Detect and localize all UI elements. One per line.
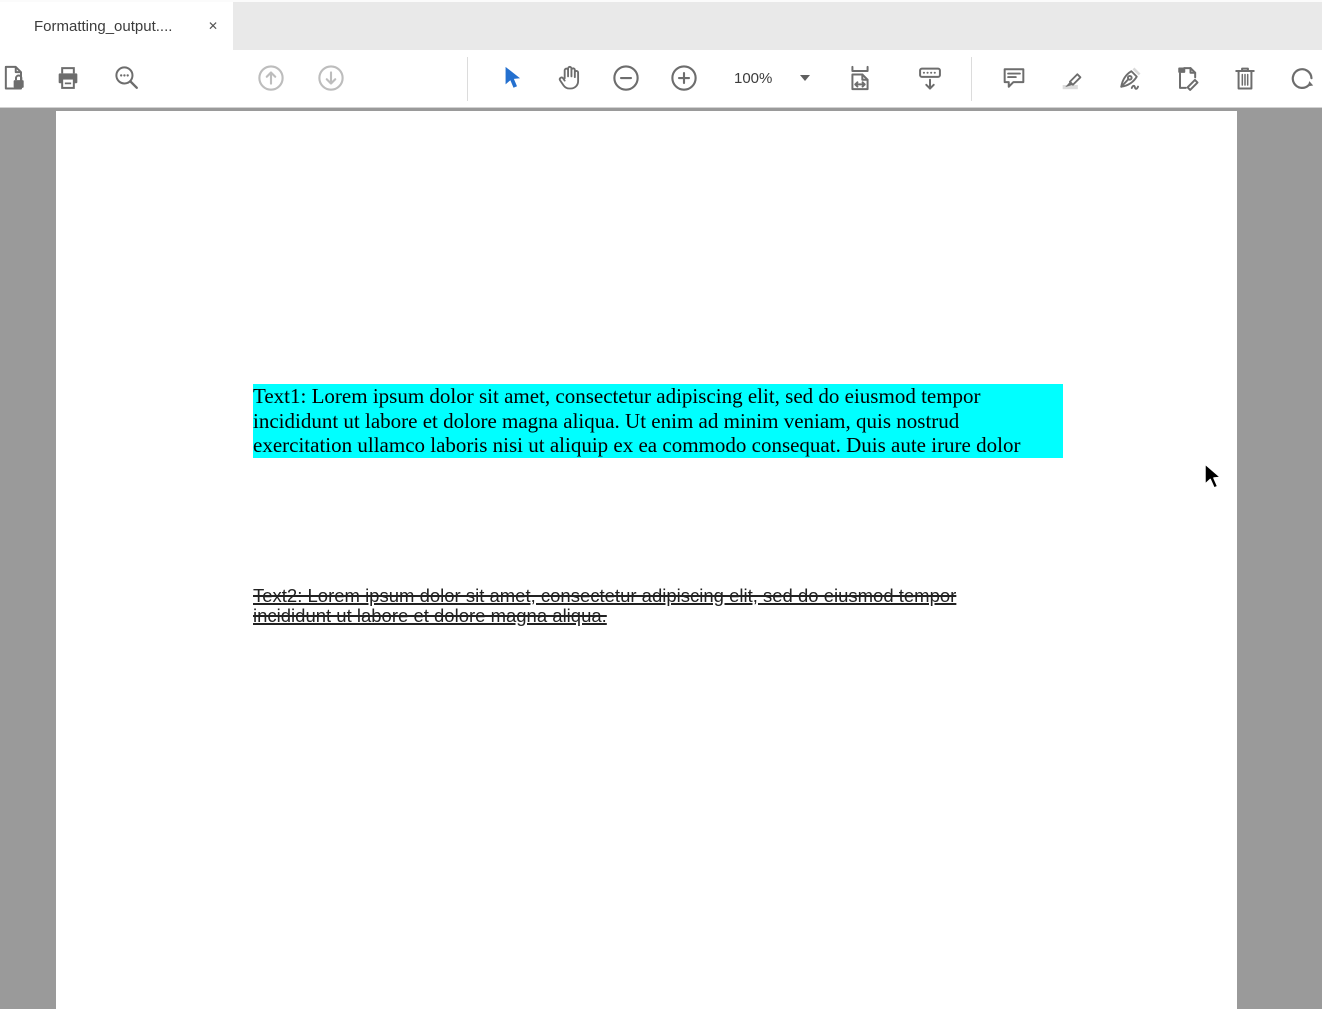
hand-tool-icon: [555, 64, 583, 92]
chevron-down-icon: [800, 75, 810, 81]
mouse-cursor-icon: [1202, 462, 1224, 492]
tab-bar: Formatting_output.... ✕: [0, 0, 1322, 50]
rotate-page-button[interactable]: [1283, 59, 1321, 97]
pdf-page[interactable]: Text1: Lorem ipsum dolor sit amet, conse…: [56, 111, 1237, 1009]
search-button[interactable]: [108, 59, 146, 97]
highlight-icon: [1058, 64, 1086, 92]
fit-width-button[interactable]: [841, 59, 879, 97]
print-icon: [54, 64, 82, 92]
scroll-mode-icon: [916, 64, 944, 92]
comment-button[interactable]: [995, 59, 1033, 97]
signature-button[interactable]: [1111, 59, 1149, 97]
zoom-out-icon: [611, 63, 641, 93]
zoom-level-dropdown[interactable]: 100%: [728, 59, 816, 97]
page-down-button[interactable]: [312, 59, 350, 97]
select-tool-icon: [498, 64, 526, 92]
signature-icon: [1116, 64, 1144, 92]
delete-icon: [1231, 64, 1259, 92]
page-up-icon: [256, 63, 286, 93]
zoom-out-button[interactable]: [607, 59, 645, 97]
zoom-in-button[interactable]: [665, 59, 703, 97]
strikethrough-text[interactable]: Text2: Lorem ipsum dolor sit amet, conse…: [253, 586, 1025, 627]
fit-width-icon: [846, 64, 874, 92]
hand-tool-button[interactable]: [550, 59, 588, 97]
tab-title: Formatting_output....: [34, 18, 172, 35]
scroll-mode-button[interactable]: [911, 59, 949, 97]
edit-document-button[interactable]: [1168, 59, 1206, 97]
edit-document-icon: [1173, 64, 1201, 92]
delete-button[interactable]: [1226, 59, 1264, 97]
select-tool-button[interactable]: [493, 59, 531, 97]
zoom-in-icon: [669, 63, 699, 93]
document-canvas: Text1: Lorem ipsum dolor sit amet, conse…: [0, 109, 1322, 1009]
close-icon[interactable]: ✕: [203, 16, 223, 36]
toolbar-separator: [467, 57, 468, 101]
toolbar-separator: [971, 57, 972, 101]
rotate-page-icon: [1288, 64, 1316, 92]
highlight-button[interactable]: [1053, 59, 1091, 97]
main-toolbar: / 1 100%: [0, 50, 1322, 108]
zoom-value: 100%: [734, 70, 772, 87]
save-protected-icon: [0, 64, 28, 92]
save-button[interactable]: [0, 59, 33, 97]
page-up-button[interactable]: [252, 59, 290, 97]
search-icon: [113, 64, 141, 92]
document-tab[interactable]: Formatting_output.... ✕: [0, 2, 233, 50]
comment-icon: [1000, 64, 1028, 92]
highlighted-text[interactable]: Text1: Lorem ipsum dolor sit amet, conse…: [253, 384, 1063, 458]
print-button[interactable]: [49, 59, 87, 97]
page-down-icon: [316, 63, 346, 93]
